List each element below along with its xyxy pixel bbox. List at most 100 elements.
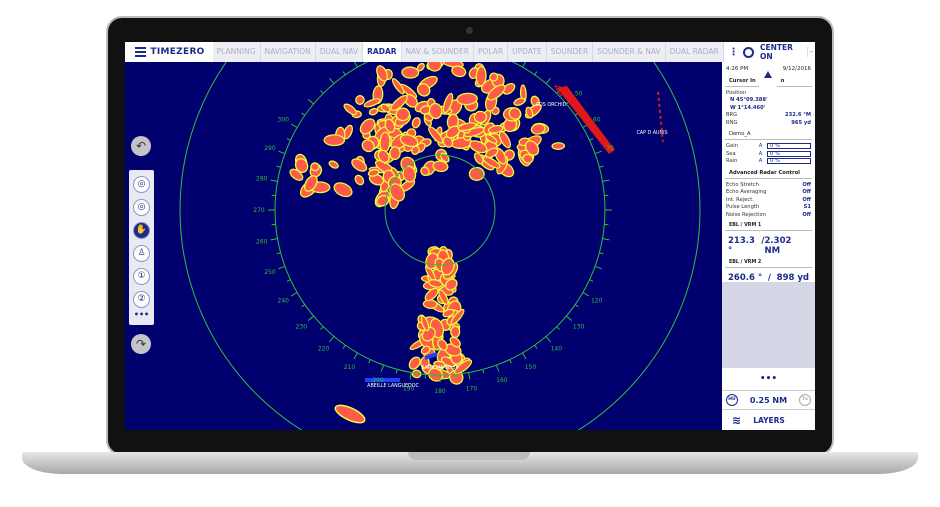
advanced-label: Int. Reject. [726,196,754,203]
advanced-control-row[interactable]: Noise Rejection Off [722,212,815,220]
center-on-button[interactable]: CENTER ON [743,43,806,61]
center-target-icon [743,46,754,58]
advanced-label: Echo Stretch [726,181,759,188]
ebl-vrm-1-icon[interactable]: ① [133,268,150,285]
target-label: COS ORCHID [536,102,567,108]
bearing-label: 170 [466,385,478,392]
control-label: Sea [726,150,736,157]
radar-control-row: Gain A 0 % [722,143,815,151]
target-label: ABEILLE LANGUEDOC [367,383,419,389]
time: 4:26 PM [726,66,749,72]
tab-update[interactable]: UPDATE [508,42,547,62]
bearing-label: 70 [606,145,614,152]
heading-up-button[interactable]: HU [726,394,738,406]
layers-button[interactable]: ≋ LAYERS [722,412,815,428]
longitude: W 1°14.460' [730,104,766,111]
control-slider[interactable]: 0 % [767,158,811,164]
screen: TIMEZERO PLANNING NAVIGATION DUAL NAV RADAR… [125,42,815,430]
advanced-value[interactable]: Off [802,197,811,205]
bearing-label: 250 [264,269,276,276]
tab-planning[interactable]: PLANNING [213,42,261,62]
panel-collapse-button[interactable] [755,64,781,90]
ebl2-title: EBL / VRM 2 [725,258,812,268]
bearing-label: 230 [296,323,308,330]
target-label: SARA MARIE 14 [421,365,458,371]
advanced-control-row[interactable]: Echo Averaging Off [722,189,815,197]
latitude: N 45°09.388' [730,97,768,103]
back-button[interactable]: ↶ [131,136,151,156]
advanced-control-row[interactable]: Int. Reject. Off [722,197,815,205]
advanced-control-row[interactable]: Pulse Length S1 [722,204,815,212]
radar-display[interactable]: 290280270260250240230220210200190 180 1701… [125,62,722,430]
bearing-label: 260 [256,238,268,245]
back-arrow-icon: ↶ [135,139,147,153]
toolbar-more-button[interactable]: ••• [129,310,154,319]
rng-value: 965 yd [791,119,811,126]
tab-navigation[interactable]: NAVIGATION [261,42,316,62]
ebl1-title: EBL / VRM 1 [725,221,812,231]
control-slider[interactable]: 0 % [767,150,811,157]
ebl1-range: 2.302 NM [764,236,792,256]
forward-button[interactable]: ↷ [131,334,151,354]
position-label: Position [726,89,747,96]
tab-dual-radar[interactable]: DUAL RADAR [666,42,724,62]
advanced-control-row[interactable]: Echo Stretch Off [722,182,815,190]
brg-label: BRG [726,112,738,118]
bearing-label: 140 [551,346,563,353]
advanced-value[interactable]: S1 [804,204,811,212]
panel-more-button[interactable]: ••• [722,374,815,384]
brg-value: 232.6 °M [785,112,811,118]
ebl1-bearing: 213.3 ° [728,236,755,256]
tab-sounder-nav[interactable]: SOUNDER & NAV [593,42,666,62]
man-overboard-icon[interactable]: ♙ [133,245,150,262]
tab-radar[interactable]: RADAR [363,42,402,62]
workspace-tabs: PLANNING NAVIGATION DUAL NAV RADAR NAV & SOU… [212,42,724,62]
transmit-button[interactable]: Tx [799,394,811,406]
advanced-label: Noise Rejection [726,211,767,218]
tool-palette: ◎ ◎ ✋ ♙ ① ② ••• [129,170,154,325]
ebl1-readout: 213.3 °/2.302 NM [722,234,815,258]
advanced-value[interactable]: Off [802,182,811,190]
hamburger-menu-icon[interactable] [135,47,147,57]
bearing-label: 290 [264,145,276,152]
tab-dual-nav[interactable]: DUAL NAV [316,42,364,62]
minimize-button[interactable]: – [806,47,815,57]
range-scale[interactable]: 0.25 NM [750,396,787,405]
advanced-value[interactable]: Off [802,212,811,220]
layers-label: LAYERS [753,415,785,425]
layers-icon: ≋ [732,413,742,427]
bearing-label: 270 [253,207,265,214]
control-mode[interactable]: A [759,151,763,159]
radar-name: Demo_A [725,129,812,140]
radar-echo [390,147,400,159]
radar-control-row: Sea A 0 % [722,150,815,159]
advanced-label: Pulse Length [726,204,760,210]
center-on-label: CENTER ON [759,43,793,61]
range-scale-bar: HU 0.25 NM Tx [722,390,815,410]
control-mode[interactable]: A [759,158,763,166]
advanced-radar-title: Advanced Radar Control [725,168,812,179]
tab-sounder[interactable]: SOUNDER [547,42,594,62]
range-rings-plus-icon[interactable]: ◎ [133,199,150,216]
bearing-label: 210 [344,364,356,371]
bearing-label: 180 [434,388,446,395]
bearing-label: 240 [278,298,290,305]
tab-nav-sounder[interactable]: NAV & SOUNDER [402,42,475,62]
bearing-label: 280 [256,176,268,183]
bearing-label: 150 [525,364,537,371]
target-label: CAP D AUNIS [636,130,667,136]
hand-icon[interactable]: ✋ [133,222,150,239]
more-options-button[interactable]: ⋮ [724,47,744,58]
right-panel: 4:26 PM9/12/2016 Cursor Information Posi… [722,62,815,430]
range-rings-icon[interactable]: ◎ [133,176,150,193]
control-mode[interactable]: A [759,143,763,151]
bearing-label: 50 [575,91,583,98]
radar-background [125,62,722,430]
advanced-label: Echo Averaging [726,189,767,195]
rng-label: RNG [726,119,738,126]
ebl-vrm-2-icon[interactable]: ② [133,291,150,308]
control-label: Rain [726,158,738,164]
advanced-value[interactable]: Off [802,189,811,197]
tab-polar[interactable]: POLAR [474,42,509,62]
control-slider[interactable]: 0 % [767,143,811,149]
